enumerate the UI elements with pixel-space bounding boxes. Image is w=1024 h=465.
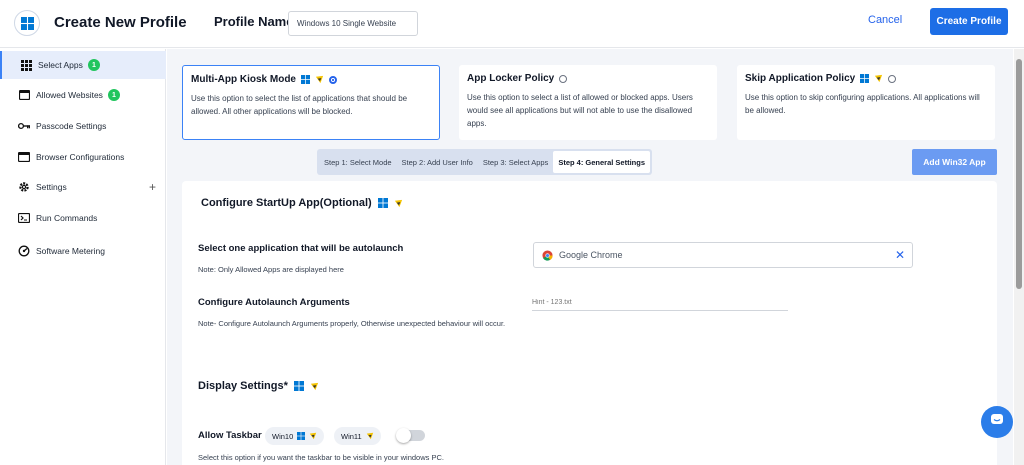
allow-taskbar-label: Allow Taskbar <box>198 430 262 441</box>
android-os-icon <box>394 199 403 208</box>
step-4-tab[interactable]: Step 4: General Settings <box>553 151 651 173</box>
display-settings-title: Display Settings* <box>198 380 319 392</box>
windows-icon <box>377 198 388 208</box>
section-title-text: Configure StartUp App(Optional) <box>201 197 372 209</box>
autolaunch-app-select[interactable]: Google Chrome ✕ <box>533 242 913 268</box>
sidebar: Select Apps 1 Allowed Websites 1 Passcod… <box>0 49 166 465</box>
autolaunch-app-label: Select one application that will be auto… <box>198 243 404 254</box>
windows-icon <box>860 74 870 83</box>
policy-card-skip-application[interactable]: Skip Application Policy Use this option … <box>737 65 995 140</box>
sidebar-item-label: Software Metering <box>36 246 105 256</box>
android-os-icon <box>874 74 883 83</box>
clear-selection-icon[interactable]: ✕ <box>895 248 905 262</box>
general-settings-panel: Configure StartUp App(Optional) Select o… <box>182 181 997 465</box>
sidebar-item-passcode-settings[interactable]: Passcode Settings <box>0 112 166 140</box>
window-icon <box>18 151 30 163</box>
profile-name-label: Profile Name <box>214 14 294 29</box>
profile-name-input[interactable] <box>288 11 418 36</box>
allow-taskbar-toggle[interactable] <box>396 428 425 443</box>
expand-plus-icon[interactable]: + <box>149 180 156 194</box>
windows-icon <box>301 75 310 84</box>
key-icon <box>18 120 30 132</box>
chat-bubble-icon <box>990 413 1004 432</box>
chat-support-button[interactable] <box>981 406 1013 438</box>
sidebar-item-label: Settings <box>36 182 67 192</box>
chip-label: Win11 <box>341 431 362 441</box>
page-title: Create New Profile <box>54 14 187 31</box>
autolaunch-args-label: Configure Autolaunch Arguments <box>198 297 350 308</box>
autolaunch-args-note: Note- Configure Autolaunch Arguments pro… <box>198 319 506 328</box>
sidebar-item-label: Passcode Settings <box>36 121 107 131</box>
policy-title: Multi-App Kiosk Mode <box>191 74 296 85</box>
win11-chip: Win11 <box>334 427 381 445</box>
android-os-icon <box>309 432 317 440</box>
policy-radio[interactable] <box>559 74 568 83</box>
add-win32-app-button[interactable]: Add Win32 App <box>912 149 997 175</box>
policy-radio-selected[interactable] <box>329 75 337 84</box>
toggle-knob <box>396 428 411 443</box>
policy-title: App Locker Policy <box>467 73 555 84</box>
sidebar-item-label: Allowed Websites <box>36 90 103 100</box>
browser-icon <box>18 89 30 101</box>
sidebar-item-select-apps[interactable]: Select Apps 1 <box>0 51 166 79</box>
scrollbar-thumb[interactable] <box>1016 59 1022 289</box>
chrome-icon <box>542 249 553 261</box>
sidebar-item-allowed-websites[interactable]: Allowed Websites 1 <box>0 81 166 109</box>
policy-description: Use this option to select a list of allo… <box>467 93 693 128</box>
sidebar-item-label: Run Commands <box>36 213 98 223</box>
count-badge: 1 <box>107 89 120 101</box>
step-indicator: Step 1: Select Mode Step 2: Add User Inf… <box>317 149 653 175</box>
sidebar-item-browser-configurations[interactable]: Browser Configurations <box>0 143 166 171</box>
top-header: Create New Profile Profile Name Cancel C… <box>0 0 1024 48</box>
main-content: Multi-App Kiosk Mode Use this option to … <box>167 49 1013 465</box>
sidebar-item-settings[interactable]: Settings + <box>0 173 166 201</box>
section-title-text: Display Settings* <box>198 380 288 392</box>
autolaunch-app-note: Note: Only Allowed Apps are displayed he… <box>198 265 344 274</box>
step-3-tab[interactable]: Step 3: Select Apps <box>478 151 553 173</box>
create-profile-button[interactable]: Create Profile <box>930 8 1008 35</box>
sidebar-item-label: Browser Configurations <box>36 152 125 162</box>
autolaunch-args-input[interactable] <box>532 295 788 311</box>
windows-icon <box>293 381 304 391</box>
android-os-icon <box>315 75 324 84</box>
windows-icon <box>297 432 306 440</box>
sidebar-item-run-commands[interactable]: Run Commands <box>0 204 166 232</box>
vertical-scrollbar[interactable] <box>1014 49 1024 465</box>
step-1-tab[interactable]: Step 1: Select Mode <box>319 151 397 173</box>
gear-icon <box>18 181 30 193</box>
terminal-icon <box>18 212 30 224</box>
startup-section-title: Configure StartUp App(Optional) <box>201 197 403 209</box>
policy-card-app-locker[interactable]: App Locker Policy Use this option to sel… <box>459 65 717 140</box>
win10-chip: Win10 <box>265 427 325 445</box>
windows-logo-icon <box>14 10 40 36</box>
step-2-tab[interactable]: Step 2: Add User Info <box>397 151 478 173</box>
sidebar-item-label: Select Apps <box>38 60 83 70</box>
policy-description: Use this option to skip configuring appl… <box>745 93 980 115</box>
policy-title: Skip Application Policy <box>745 73 856 84</box>
policy-description: Use this option to select the list of ap… <box>191 94 408 116</box>
count-badge: 1 <box>87 59 100 71</box>
android-os-icon <box>366 432 374 440</box>
grid-icon <box>20 59 32 71</box>
selected-app-value: Google Chrome <box>559 250 623 260</box>
taskbar-note: Select this option if you want the taskb… <box>198 453 444 462</box>
policy-radio[interactable] <box>888 74 897 83</box>
gauge-icon <box>18 245 30 257</box>
chip-label: Win10 <box>272 431 294 441</box>
policy-card-multi-app-kiosk[interactable]: Multi-App Kiosk Mode Use this option to … <box>182 65 440 140</box>
cancel-button[interactable]: Cancel <box>868 14 902 26</box>
sidebar-item-software-metering[interactable]: Software Metering <box>0 237 166 265</box>
android-os-icon <box>310 382 319 391</box>
